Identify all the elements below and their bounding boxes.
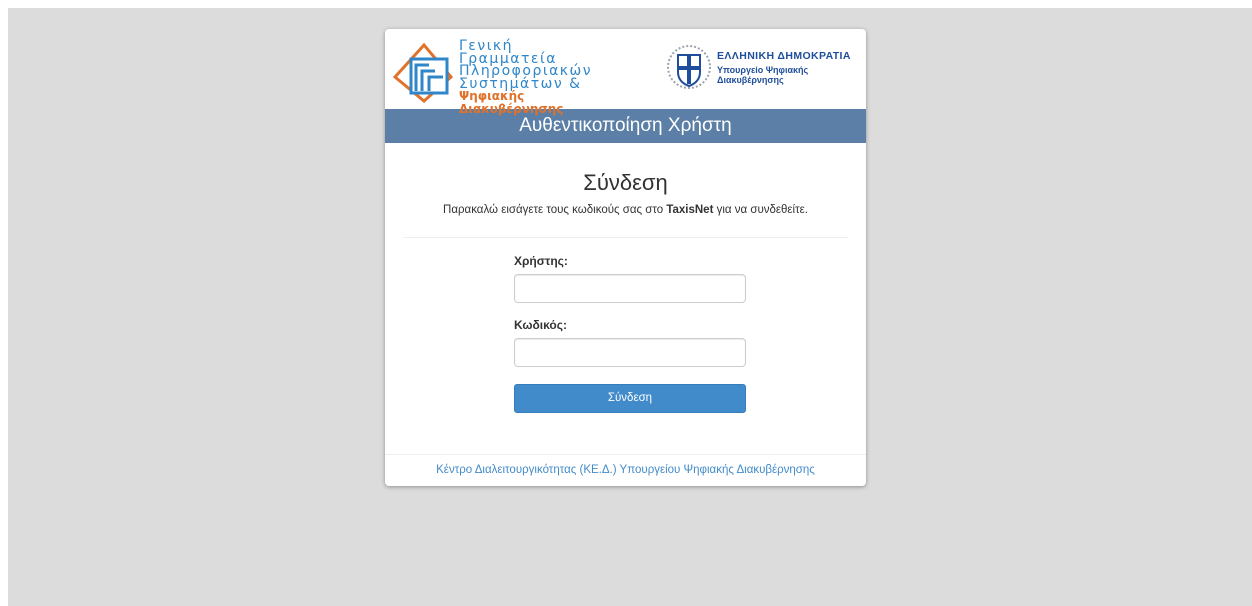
ministry-line-1: Υπουργείο Ψηφιακής — [717, 65, 809, 75]
gsis-emblem-icon — [392, 42, 454, 103]
username-label: Χρήστης: — [514, 254, 568, 268]
password-input[interactable] — [514, 338, 746, 367]
login-form: Χρήστης: Κωδικός: Σύνδεση — [514, 238, 746, 413]
username-input[interactable] — [514, 274, 746, 303]
login-heading: Σύνδεση — [583, 170, 668, 195]
taxisnet-bold: TaxisNet — [666, 204, 714, 216]
gsis-line-4: Ψηφιακής Διακυβέρνησης — [459, 89, 564, 116]
instruction-text-end: για να συνδεθείτε. — [713, 204, 808, 216]
page-background: Γενική Γραμματεία Πληροφοριακών Συστημάτ… — [8, 8, 1252, 606]
login-instructions: Παρακαλώ εισάγετε τους κωδικούς σας στο … — [385, 204, 866, 216]
greek-emblem-icon — [667, 45, 711, 89]
gsis-line-1: Γενική Γραμματεία — [459, 38, 557, 67]
auth-banner: Αυθεντικοποίηση Χρήστη — [385, 109, 866, 143]
gsis-name: Γενική Γραμματεία Πληροφοριακών Συστημάτ… — [459, 38, 592, 116]
ministry-line-2: Διακυβέρνησης — [717, 75, 784, 85]
logo-header: Γενική Γραμματεία Πληροφοριακών Συστημάτ… — [385, 29, 866, 115]
password-label: Κωδικός: — [514, 318, 567, 332]
login-button[interactable]: Σύνδεση — [514, 384, 746, 413]
login-card: Γενική Γραμματεία Πληροφοριακών Συστημάτ… — [385, 29, 866, 486]
interoperability-center-link[interactable]: Κέντρο Διαλειτουργικότητας (ΚΕ.Δ.) Υπουρ… — [436, 464, 815, 476]
hellenic-republic-title: ΕΛΛΗΝΙΚΗ ΔΗΜΟΚΡΑΤΙΑ — [717, 50, 851, 62]
hellenic-republic-logo: ΕΛΛΗΝΙΚΗ ΔΗΜΟΚΡΑΤΙΑ Υπουργείο Ψηφιακής Δ… — [665, 42, 865, 94]
gsis-logo: Γενική Γραμματεία Πληροφοριακών Συστημάτ… — [389, 37, 591, 115]
ministry-name: Υπουργείο Ψηφιακής Διακυβέρνησης — [717, 65, 808, 85]
instruction-text: Παρακαλώ εισάγετε τους κωδικούς σας στο — [443, 204, 667, 216]
footer: Κέντρο Διαλειτουργικότητας (ΚΕ.Δ.) Υπουρ… — [385, 454, 866, 486]
